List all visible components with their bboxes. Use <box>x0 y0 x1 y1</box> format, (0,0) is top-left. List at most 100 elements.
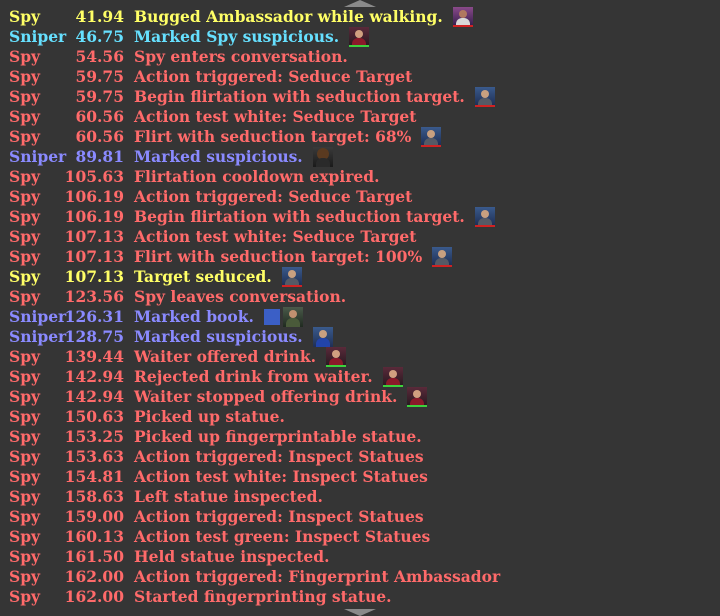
log-event: Flirt with seduction target: 100% <box>134 247 453 267</box>
log-time: 60.56 <box>75 107 124 126</box>
log-icons <box>326 347 347 367</box>
log-time: 162.00 <box>64 567 124 586</box>
log-role: Spy <box>9 107 41 126</box>
log-time: 54.56 <box>75 47 124 66</box>
log-event-text: Action test white: Seduce Target <box>134 107 417 126</box>
log-event-text: Marked Spy suspicious. <box>134 27 340 46</box>
log-icons <box>382 367 403 387</box>
log-role: Spy <box>9 127 41 146</box>
log-row: Spy 153.25 Picked up fingerprintable statu… <box>0 427 720 447</box>
event-log[interactable]: Spy 41.94 Bugged Ambassador while walking.… <box>0 7 720 607</box>
log-event-text: Flirt with seduction target: 68% <box>134 127 412 146</box>
log-row: Spy 142.94 Waiter stopped offering drink. <box>0 387 720 407</box>
log-time: 161.50 <box>64 547 124 566</box>
log-role: Spy <box>9 167 41 186</box>
log-role: Spy <box>9 7 41 26</box>
target-portrait-icon <box>474 207 495 227</box>
log-role: Spy <box>9 407 41 426</box>
scroll-down-arrow-icon[interactable] <box>344 609 376 616</box>
log-row: Spy 106.19 Begin flirtation with seduction… <box>0 207 720 227</box>
log-event: Action test white: Inspect Statues <box>134 467 428 487</box>
log-time: 139.44 <box>64 347 124 366</box>
target-portrait-icon <box>281 267 302 287</box>
log-icons <box>432 247 453 267</box>
log-time: 107.13 <box>64 267 124 286</box>
log-event-text: Flirtation cooldown expired. <box>134 167 380 186</box>
log-role: Sniper <box>9 147 67 166</box>
log-row: Spy 139.44 Waiter offered drink. <box>0 347 720 367</box>
log-time: 107.13 <box>64 227 124 246</box>
log-time: 158.63 <box>64 487 124 506</box>
log-icons <box>474 207 495 227</box>
afro-portrait-icon <box>312 147 333 167</box>
log-time: 46.75 <box>75 27 124 46</box>
log-icons <box>407 387 428 407</box>
log-role: Sniper <box>9 27 67 46</box>
log-event-text: Flirt with seduction target: 100% <box>134 247 423 266</box>
log-event-text: Begin flirtation with seduction target. <box>134 87 465 106</box>
log-row: Spy 154.81 Action test white: Inspect Stat… <box>0 467 720 487</box>
scroll-up-arrow-icon[interactable] <box>344 0 376 7</box>
log-event-text: Rejected drink from waiter. <box>134 367 373 386</box>
log-row: Spy 159.00 Action triggered: Inspect Statu… <box>0 507 720 527</box>
log-event: Action triggered: Inspect Statues <box>134 507 424 527</box>
log-role: Spy <box>9 387 41 406</box>
log-event: Flirtation cooldown expired. <box>134 167 379 187</box>
log-row: Spy 41.94 Bugged Ambassador while walking. <box>0 7 720 27</box>
log-time: 154.81 <box>64 467 124 486</box>
log-time: 150.63 <box>64 407 124 426</box>
log-event: Spy enters conversation. <box>134 47 348 67</box>
log-event: Started fingerprinting statue. <box>134 587 392 607</box>
log-time: 59.75 <box>75 67 124 86</box>
log-role: Sniper <box>9 327 67 346</box>
lady-portrait-icon <box>382 367 403 387</box>
log-row: Spy 106.19 Action triggered: Seduce Target <box>0 187 720 207</box>
target-portrait-icon <box>432 247 453 267</box>
log-row: Sniper 46.75 Marked Spy suspicious. <box>0 27 720 47</box>
log-time: 41.94 <box>75 7 124 26</box>
log-event: Picked up statue. <box>134 407 285 427</box>
log-row: Spy 60.56 Action test white: Seduce Target <box>0 107 720 127</box>
log-role: Spy <box>9 187 41 206</box>
log-role: Spy <box>9 567 41 586</box>
log-time: 106.19 <box>64 187 124 206</box>
log-event-text: Marked book. <box>134 307 254 326</box>
log-role: Spy <box>9 347 41 366</box>
log-event-text: Action triggered: Seduce Target <box>134 67 413 86</box>
log-row: Spy 107.13 Target seduced. <box>0 267 720 287</box>
log-event: Action test green: Inspect Statues <box>134 527 430 547</box>
log-event: Action triggered: Inspect Statues <box>134 447 424 467</box>
log-row: Spy 160.13 Action test green: Inspect Stat… <box>0 527 720 547</box>
log-event-text: Action triggered: Seduce Target <box>134 187 413 206</box>
log-row: Spy 142.94 Rejected drink from waiter. <box>0 367 720 387</box>
log-row: Spy 123.56 Spy leaves conversation. <box>0 287 720 307</box>
target-portrait-icon <box>474 87 495 107</box>
log-time: 153.25 <box>64 427 124 446</box>
log-event-text: Action triggered: Fingerprint Ambassador <box>134 567 501 586</box>
log-event-text: Left statue inspected. <box>134 487 323 506</box>
log-time: 142.94 <box>64 367 124 386</box>
log-role: Spy <box>9 367 41 386</box>
log-row: Spy 161.50 Held statue inspected. <box>0 547 720 567</box>
log-event-text: Waiter stopped offering drink. <box>134 387 398 406</box>
ambassador-portrait-icon <box>452 7 473 27</box>
log-time: 126.31 <box>64 307 124 326</box>
log-row: Spy 162.00 Started fingerprinting statue. <box>0 587 720 607</box>
log-event: Marked book. <box>134 307 303 327</box>
log-event: Marked Spy suspicious. <box>134 27 370 47</box>
log-time: 89.81 <box>75 147 124 166</box>
log-role: Spy <box>9 227 41 246</box>
log-event: Action test white: Seduce Target <box>134 107 416 127</box>
log-event-text: Waiter offered drink. <box>134 347 317 366</box>
log-row: Sniper 89.81 Marked suspicious. <box>0 147 720 167</box>
log-event: Flirt with seduction target: 68% <box>134 127 442 147</box>
log-event-text: Spy enters conversation. <box>134 47 348 66</box>
log-row: Spy 158.63 Left statue inspected. <box>0 487 720 507</box>
log-time: 60.56 <box>75 127 124 146</box>
log-row: Spy 54.56 Spy enters conversation. <box>0 47 720 67</box>
log-time: 153.63 <box>64 447 124 466</box>
lady-portrait-icon <box>407 387 428 407</box>
log-time: 160.13 <box>64 527 124 546</box>
log-icons <box>312 327 333 347</box>
log-role: Spy <box>9 87 41 106</box>
